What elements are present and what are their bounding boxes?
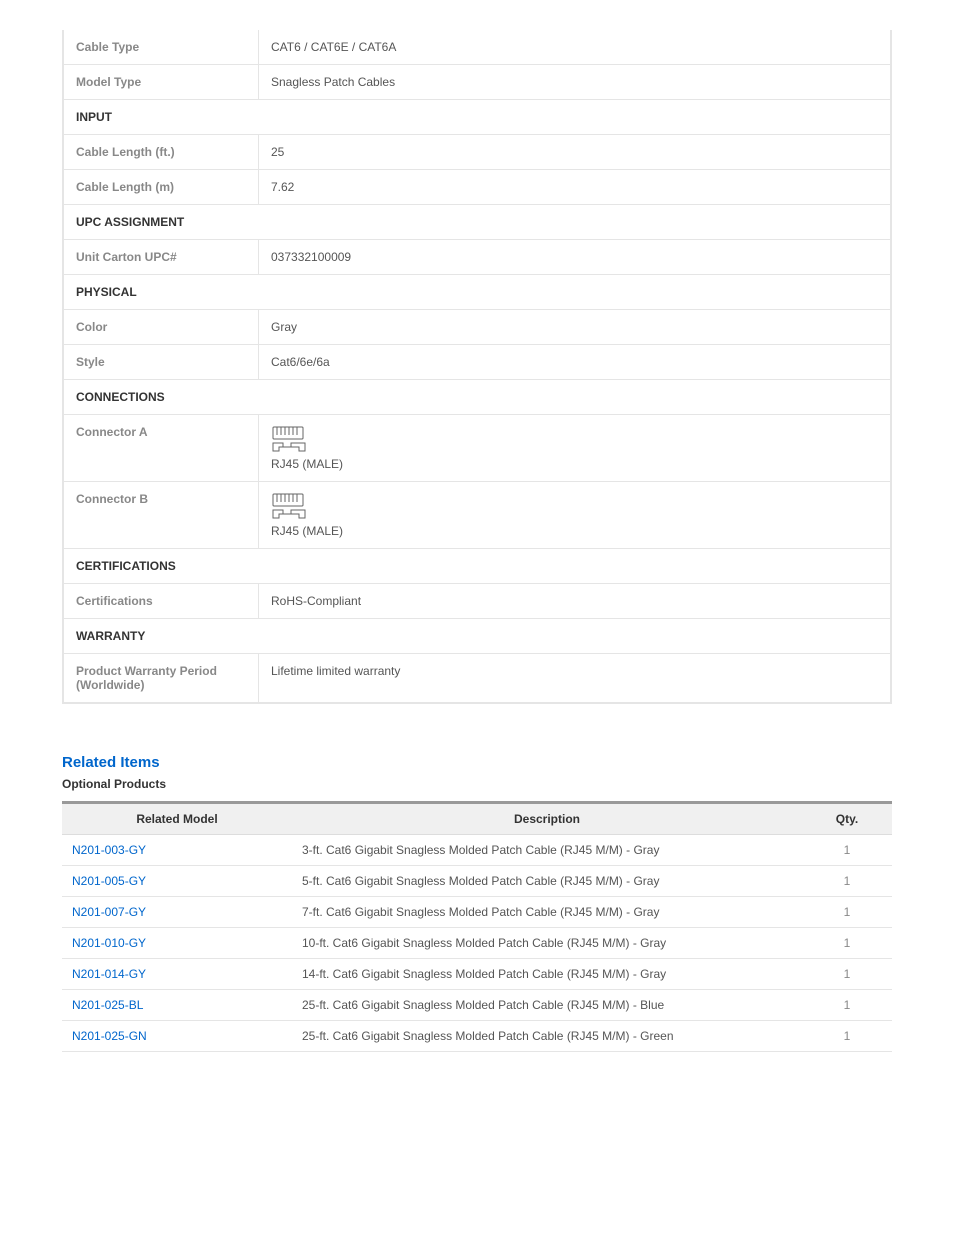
spec-value: RJ45 (MALE) [259,482,890,548]
related-model-link[interactable]: N201-007-GY [72,905,146,919]
spec-value: 037332100009 [259,240,890,274]
spec-row-cable-type: Cable Type CAT6 / CAT6E / CAT6A [64,30,890,64]
spec-value: RoHS-Compliant [259,584,890,618]
spec-value: Gray [259,310,890,344]
related-model-link[interactable]: N201-005-GY [72,874,146,888]
related-qty-cell: 1 [802,866,892,897]
related-qty-cell: 1 [802,990,892,1021]
spec-row-certifications: Certifications RoHS-Compliant [64,583,890,618]
related-model-link[interactable]: N201-025-BL [72,998,143,1012]
spec-section-certifications: CERTIFICATIONS [64,548,890,583]
spec-section-warranty: WARRANTY [64,618,890,653]
spec-row-connector-a: Connector A RJ45 (MALE) [64,414,890,481]
related-desc-cell: 5-ft. Cat6 Gigabit Snagless Molded Patch… [292,866,802,897]
related-model-cell: N201-010-GY [62,928,292,959]
table-row: N201-025-BL 25-ft. Cat6 Gigabit Snagless … [62,990,892,1021]
rj45-icon [271,492,311,522]
related-desc-cell: 25-ft. Cat6 Gigabit Snagless Molded Patc… [292,1021,802,1052]
related-qty-cell: 1 [802,959,892,990]
related-desc-cell: 7-ft. Cat6 Gigabit Snagless Molded Patch… [292,897,802,928]
related-model-link[interactable]: N201-003-GY [72,843,146,857]
connector-a-text: RJ45 (MALE) [271,457,343,471]
spec-section-input: INPUT [64,99,890,134]
related-model-cell: N201-014-GY [62,959,292,990]
spec-row-style: Style Cat6/6e/6a [64,344,890,379]
related-model-cell: N201-025-BL [62,990,292,1021]
spec-label: Cable Length (m) [64,170,259,204]
spec-label: Certifications [64,584,259,618]
related-qty-cell: 1 [802,928,892,959]
optional-products-heading: Optional Products [62,777,892,791]
related-model-link[interactable]: N201-025-GN [72,1029,147,1043]
rj45-icon [271,425,311,455]
table-row: N201-014-GY 14-ft. Cat6 Gigabit Snagless … [62,959,892,990]
spec-row-color: Color Gray [64,309,890,344]
spec-label: Product Warranty Period (Worldwide) [64,654,259,702]
table-row: N201-007-GY 7-ft. Cat6 Gigabit Snagless M… [62,897,892,928]
spec-label: Model Type [64,65,259,99]
related-desc-cell: 25-ft. Cat6 Gigabit Snagless Molded Patc… [292,990,802,1021]
spec-row-model-type: Model Type Snagless Patch Cables [64,64,890,99]
spec-section-connections: CONNECTIONS [64,379,890,414]
spec-section-upc: UPC ASSIGNMENT [64,204,890,239]
spec-row-cable-length-ft: Cable Length (ft.) 25 [64,134,890,169]
spec-label: Connector B [64,482,259,548]
table-row: N201-005-GY 5-ft. Cat6 Gigabit Snagless M… [62,866,892,897]
col-header-qty: Qty. [802,803,892,835]
related-model-cell: N201-007-GY [62,897,292,928]
related-model-link[interactable]: N201-010-GY [72,936,146,950]
spec-row-connector-b: Connector B RJ45 (MALE) [64,481,890,548]
spec-row-cable-length-m: Cable Length (m) 7.62 [64,169,890,204]
related-products-table: Related Model Description Qty. N201-003-… [62,801,892,1052]
col-header-model: Related Model [62,803,292,835]
spec-value: RJ45 (MALE) [259,415,890,481]
table-row: N201-003-GY 3-ft. Cat6 Gigabit Snagless M… [62,835,892,866]
spec-label: Cable Length (ft.) [64,135,259,169]
related-items-heading: Related Items [62,754,892,771]
related-model-cell: N201-025-GN [62,1021,292,1052]
spec-value: CAT6 / CAT6E / CAT6A [259,30,890,64]
related-model-cell: N201-005-GY [62,866,292,897]
spec-label: Unit Carton UPC# [64,240,259,274]
spec-label: Cable Type [64,30,259,64]
col-header-desc: Description [292,803,802,835]
spec-table: Cable Type CAT6 / CAT6E / CAT6A Model Ty… [62,30,892,704]
connector-b-text: RJ45 (MALE) [271,524,343,538]
related-desc-cell: 14-ft. Cat6 Gigabit Snagless Molded Patc… [292,959,802,990]
spec-section-physical: PHYSICAL [64,274,890,309]
related-model-cell: N201-003-GY [62,835,292,866]
related-qty-cell: 1 [802,1021,892,1052]
spec-value: 25 [259,135,890,169]
spec-value: Cat6/6e/6a [259,345,890,379]
spec-value: Snagless Patch Cables [259,65,890,99]
spec-label: Color [64,310,259,344]
related-qty-cell: 1 [802,897,892,928]
related-qty-cell: 1 [802,835,892,866]
spec-value: 7.62 [259,170,890,204]
related-desc-cell: 10-ft. Cat6 Gigabit Snagless Molded Patc… [292,928,802,959]
spec-row-warranty: Product Warranty Period (Worldwide) Life… [64,653,890,702]
spec-value: Lifetime limited warranty [259,654,890,702]
table-row: N201-025-GN 25-ft. Cat6 Gigabit Snagless … [62,1021,892,1052]
spec-label: Style [64,345,259,379]
spec-row-upc: Unit Carton UPC# 037332100009 [64,239,890,274]
spec-label: Connector A [64,415,259,481]
related-model-link[interactable]: N201-014-GY [72,967,146,981]
related-desc-cell: 3-ft. Cat6 Gigabit Snagless Molded Patch… [292,835,802,866]
table-row: N201-010-GY 10-ft. Cat6 Gigabit Snagless … [62,928,892,959]
